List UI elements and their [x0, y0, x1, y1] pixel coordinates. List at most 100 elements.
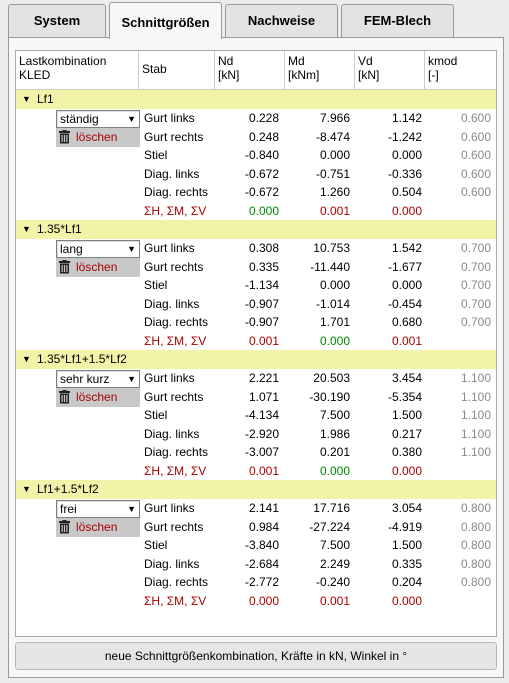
vd-cell: -0.336 — [387, 166, 422, 181]
trash-icon — [59, 389, 70, 404]
stab-cell: Diag. links — [144, 296, 200, 311]
kled-select[interactable]: frei ▼ — [56, 500, 140, 518]
vd-cell: -0.454 — [387, 296, 422, 311]
vd-cell: 0.380 — [391, 445, 422, 459]
header-md: Md [kNm] — [285, 51, 355, 90]
table-row: frei ▼ Gurt links 2.141 17.716 3.054 0.800 — [16, 499, 496, 518]
tab-system[interactable]: System — [8, 4, 106, 38]
collapse-arrow-icon[interactable]: ▼ — [22, 94, 31, 104]
sum-v-cell: 0.001 — [391, 333, 422, 348]
collapse-arrow-icon[interactable]: ▼ — [22, 224, 31, 234]
tab-fem-blech[interactable]: FEM-Blech — [341, 4, 454, 38]
chevron-down-icon: ▼ — [127, 114, 136, 124]
kmod-cell: 0.600 — [460, 166, 491, 181]
table-row: Diag. links -0.907 -1.014 -0.454 0.700 — [16, 295, 496, 314]
chevron-down-icon: ▼ — [127, 244, 136, 254]
delete-label: löschen — [76, 519, 118, 534]
vd-cell: -4.919 — [387, 519, 422, 534]
table-row: lang ▼ Gurt links 0.308 10.753 1.542 0.700 — [16, 239, 496, 258]
tab-nachweise[interactable]: Nachweise — [225, 4, 338, 38]
stab-cell: Gurt links — [144, 241, 195, 255]
sum-v-cell: 0.000 — [391, 203, 422, 218]
table-row: Stiel -4.134 7.500 1.500 1.100 — [16, 406, 496, 425]
stab-cell: Diag. rechts — [144, 575, 209, 589]
md-cell: -0.751 — [315, 166, 350, 181]
table-row: Diag. links -2.684 2.249 0.335 0.800 — [16, 555, 496, 574]
table-row: Diag. rechts -3.007 0.201 0.380 1.100 — [16, 443, 496, 462]
kmod-cell: 0.600 — [460, 148, 491, 162]
nd-cell: -0.672 — [244, 185, 279, 199]
kmod-cell: 1.100 — [460, 426, 491, 441]
nd-cell: -3.007 — [244, 445, 279, 459]
nd-cell: 0.228 — [248, 111, 279, 125]
sum-label: ΣH, ΣM, ΣV — [144, 463, 207, 478]
nd-cell: 0.984 — [248, 519, 279, 534]
group-header[interactable]: ▼ 1.35*Lf1 — [16, 220, 496, 239]
stab-cell: Gurt rechts — [144, 129, 204, 144]
collapse-arrow-icon[interactable]: ▼ — [22, 354, 31, 364]
table-row: Stiel -0.840 0.000 0.000 0.600 — [16, 146, 496, 165]
md-cell: -30.190 — [309, 389, 350, 404]
stab-cell: Gurt links — [144, 371, 195, 385]
nd-cell: 0.308 — [248, 241, 279, 255]
new-combination-button[interactable]: neue Schnittgrößenkombination, Kräfte in… — [15, 642, 497, 670]
header-label: KLED — [19, 68, 51, 82]
header-label: [-] — [428, 68, 439, 82]
md-cell: 2.249 — [319, 556, 350, 571]
nd-cell: 0.248 — [248, 129, 279, 144]
delete-label: löschen — [76, 389, 118, 404]
md-cell: 0.000 — [319, 148, 350, 162]
md-cell: 1.986 — [319, 426, 350, 441]
md-cell: -11.440 — [310, 259, 350, 274]
kled-select[interactable]: sehr kurz ▼ — [56, 370, 140, 388]
stab-cell: Stiel — [144, 538, 168, 552]
nd-cell: -0.672 — [244, 166, 279, 181]
kmod-cell: 0.700 — [460, 259, 491, 274]
kled-select[interactable]: lang ▼ — [56, 240, 140, 258]
md-cell: 7.500 — [319, 538, 350, 552]
kled-select-value: ständig — [60, 112, 99, 126]
group-header[interactable]: ▼ 1.35*Lf1+1.5*Lf2 — [16, 350, 496, 369]
group-header[interactable]: ▼ Lf1 — [16, 90, 496, 109]
kmod-cell: 1.100 — [460, 445, 491, 459]
header-label: [kN] — [218, 68, 240, 82]
kmod-cell: 0.800 — [460, 556, 491, 571]
vd-cell: 1.142 — [391, 111, 422, 125]
collapse-arrow-icon[interactable]: ▼ — [22, 484, 31, 494]
table-row: Diag. links -0.672 -0.751 -0.336 0.600 — [16, 165, 496, 184]
kmod-cell: 1.100 — [460, 389, 491, 404]
table-row: löschen Gurt rechts 0.335 -11.440 -1.677 0.70… — [16, 257, 496, 277]
delete-button[interactable]: löschen — [56, 257, 140, 277]
stab-cell: Stiel — [144, 408, 168, 422]
vd-cell: 3.054 — [391, 501, 422, 515]
kmod-cell: 0.600 — [460, 185, 491, 199]
kled-select-value: frei — [60, 502, 77, 516]
nd-cell: -1.134 — [244, 278, 279, 292]
trash-icon — [59, 129, 70, 144]
nd-cell: -3.840 — [244, 538, 279, 552]
kled-select[interactable]: ständig ▼ — [56, 110, 140, 128]
table-row: Diag. rechts -2.772 -0.240 0.204 0.800 — [16, 573, 496, 592]
group-header[interactable]: ▼ Lf1+1.5*Lf2 — [16, 480, 496, 499]
delete-button[interactable]: löschen — [56, 387, 140, 407]
vd-cell: 0.204 — [391, 575, 422, 589]
group-name: Lf1+1.5*Lf2 — [37, 482, 99, 496]
md-cell: 10.753 — [313, 241, 350, 255]
table-row: löschen Gurt rechts 1.071 -30.190 -5.354 1.10… — [16, 387, 496, 407]
vd-cell: 0.680 — [391, 315, 422, 329]
header-label: Vd — [358, 54, 373, 68]
md-cell: -1.014 — [315, 296, 350, 311]
vd-cell: 0.000 — [391, 148, 422, 162]
delete-button[interactable]: löschen — [56, 127, 140, 147]
tab-schnittgroessen[interactable]: Schnittgrößen — [109, 2, 222, 39]
table-row: löschen Gurt rechts 0.984 -27.224 -4.919 0.80… — [16, 517, 496, 537]
delete-button[interactable]: löschen — [56, 517, 140, 537]
header-kmod: kmod [-] — [425, 51, 496, 90]
header-lastkombination: Lastkombination KLED — [16, 51, 139, 90]
header-label: [kN] — [358, 68, 380, 82]
tab-panel: Lastkombination KLED Stab Nd [kN] Md [kN… — [8, 37, 504, 678]
sum-h-cell: 0.000 — [248, 593, 279, 608]
stab-cell: Diag. rechts — [144, 185, 209, 199]
stab-cell: Diag. rechts — [144, 315, 209, 329]
kmod-cell: 1.100 — [460, 371, 491, 385]
